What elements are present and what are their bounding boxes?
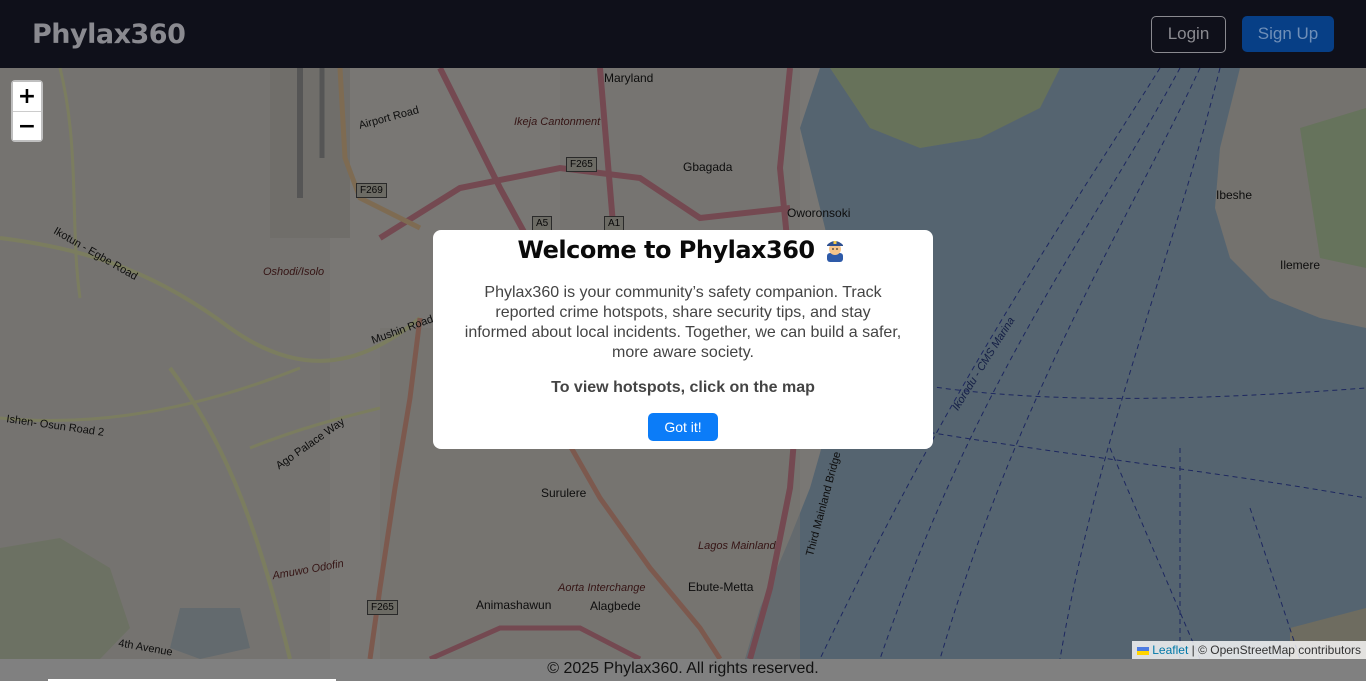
got-it-button[interactable]: Got it!	[648, 413, 718, 441]
nav-actions: Login Sign Up	[1151, 15, 1334, 53]
page-footer: © 2025 Phylax360. All rights reserved.	[0, 659, 1366, 681]
modal-title: Welcome to Phylax360	[517, 236, 816, 264]
welcome-modal: Welcome to Phylax360 Phylax360 is your c…	[433, 230, 933, 449]
login-button[interactable]: Login	[1151, 15, 1226, 53]
modal-hint: To view hotspots, click on the map	[551, 379, 815, 396]
leaflet-link[interactable]: Leaflet	[1152, 643, 1188, 657]
brand-logo[interactable]: Phylax360	[32, 19, 186, 50]
modal-title-row: Welcome to Phylax360	[463, 236, 903, 264]
zoom-in-button[interactable]: +	[13, 82, 41, 111]
police-officer-icon	[827, 241, 844, 262]
zoom-out-button[interactable]: −	[13, 111, 41, 140]
zoom-control: + −	[11, 80, 43, 142]
modal-description: Phylax360 is your community’s safety com…	[464, 284, 902, 361]
ukraine-flag-icon	[1137, 646, 1150, 655]
signup-button[interactable]: Sign Up	[1242, 15, 1334, 52]
attribution-text: | © OpenStreetMap contributors	[1191, 643, 1361, 657]
map-attribution: Leaflet | © OpenStreetMap contributors	[1132, 641, 1366, 659]
top-navbar: Phylax360 Login Sign Up	[0, 0, 1366, 68]
footer-copyright: © 2025 Phylax360. All rights reserved.	[547, 660, 819, 677]
